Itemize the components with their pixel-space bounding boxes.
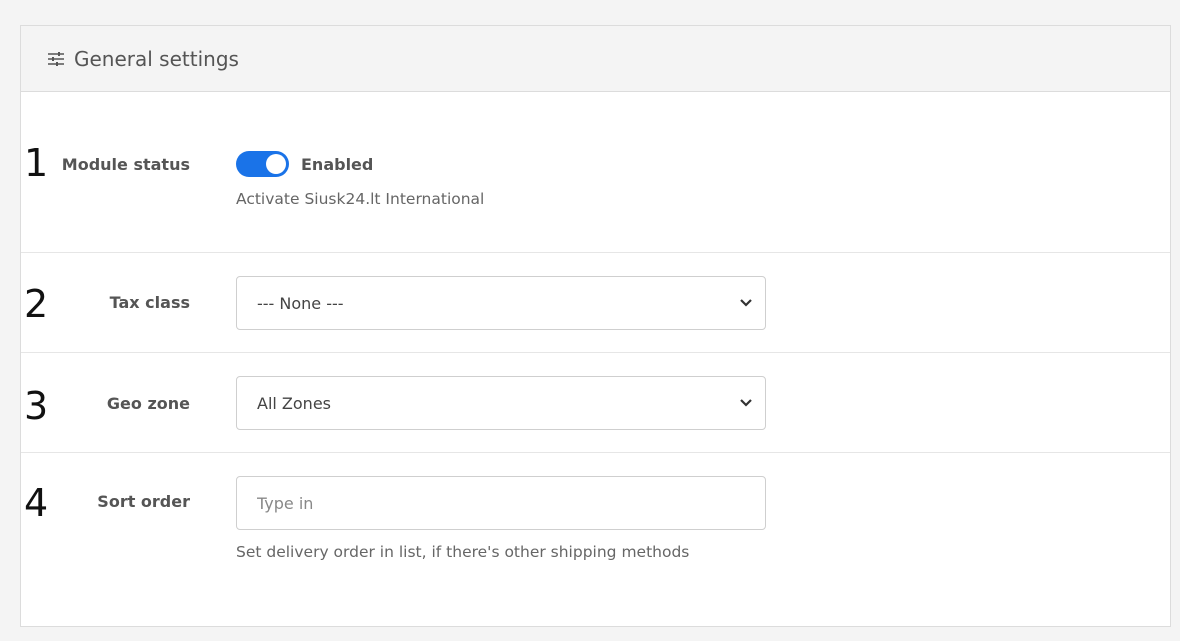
row-number: 2 [24,282,49,326]
toggle-state-label: Enabled [301,154,374,174]
chevron-down-icon [739,398,753,408]
sort-order-help: Set delivery order in list, if there's o… [236,543,690,561]
panel-title: General settings [74,46,239,71]
toggle-knob [266,154,286,174]
module-status-control: Enabled Activate Siusk24.lt Internationa… [236,151,484,208]
chevron-down-icon [739,298,753,308]
sort-order-label: Sort order [97,492,190,511]
module-status-label: Module status [61,155,190,174]
geo-zone-value: All Zones [257,393,331,413]
tax-class-control: --- None --- [236,276,766,330]
module-status-toggle-wrap: Enabled [236,151,484,177]
module-status-row: 1 Module status Enabled Activate Siusk24… [21,92,1170,253]
geo-zone-control: All Zones [236,376,766,430]
module-status-help: Activate Siusk24.lt International [236,190,485,208]
row-number: 1 [24,141,49,185]
row-number: 4 [24,481,49,525]
sort-order-row: 4 Sort order Set delivery order in list,… [21,453,1170,625]
tax-class-label: Tax class [109,293,190,312]
sliders-icon [47,51,65,66]
tax-class-select[interactable]: --- None --- [236,276,766,330]
module-status-toggle[interactable] [236,151,289,177]
tax-class-value: --- None --- [257,293,344,313]
sort-order-control: Set delivery order in list, if there's o… [236,476,766,561]
general-settings-panel: General settings 1 Module status Enabled… [20,25,1171,627]
tax-class-row: 2 Tax class --- None --- [21,253,1170,353]
geo-zone-select[interactable]: All Zones [236,376,766,430]
geo-zone-row: 3 Geo zone All Zones [21,353,1170,453]
geo-zone-label: Geo zone [106,394,190,413]
sort-order-input[interactable] [236,476,766,530]
panel-heading: General settings [21,26,1170,92]
row-number: 3 [24,384,49,428]
